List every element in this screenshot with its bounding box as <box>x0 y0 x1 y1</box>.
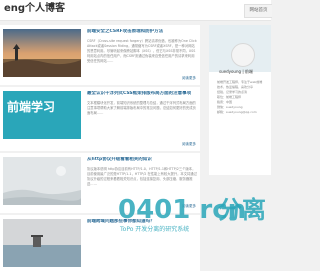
profile-card: suedyoung | 前端 前端开发工程师，专注于web前端 技术，热爱编程，… <box>209 25 271 175</box>
nav-home-button[interactable]: 网站首页 <box>244 4 272 18</box>
post-thumbnail-lighthouse[interactable] <box>3 29 81 77</box>
post-thumbnail-misty[interactable] <box>3 157 81 205</box>
profile-username: suedyoung | 前端 <box>219 69 253 74</box>
watermark-sub: ToPo 开发分离的研究系统 <box>120 226 190 233</box>
site-header: eng个人博客 网站首页 <box>0 0 272 21</box>
post-card[interactable]: 前端安全之CSRF攻击原理和防护方法 CSRF（Cross-site reque… <box>0 25 200 85</box>
site-title[interactable]: eng个人博客 <box>4 2 65 16</box>
post-summary: CSRF（Cross-site request forgery）跨站请求伪造，也… <box>87 39 197 63</box>
watermark: 0401 rcn 分离 ToPo 开发分离的研究系统 <box>118 196 268 236</box>
thumbnail-text: 前端学习 <box>7 100 56 114</box>
post-summary: 文本框模块化开发，前端知识系统的整理与总结，通过干浮列式布局方面的注意事项帮助大… <box>87 101 196 115</box>
post-thumbnail-frontend[interactable]: 前端学习 <box>3 91 81 139</box>
post-title[interactable]: 前端安全之CSRF攻击原理和防护方法 <box>87 29 197 35</box>
post-title[interactable]: 从http协议升级看看相关的知识 <box>87 157 197 163</box>
post-summary: 协议版本说明 http协议目前有HTTP/1.0、HTTP/1.1和HTTP/2… <box>87 167 197 186</box>
watermark-cn: 分离 <box>218 196 266 224</box>
read-more-link[interactable]: 阅读更多 <box>182 76 196 81</box>
post-card[interactable]: 前端学习 最全认识干浮列式CSS框架排版布局方面的注意事项 文本框模块化开发，前… <box>0 87 200 151</box>
bio-line: 邮箱：suedyoung@qq.com <box>217 110 257 114</box>
avatar[interactable] <box>231 43 255 67</box>
post-title[interactable]: 最全认识干浮列式CSS框架排版布局方面的注意事项 <box>87 91 197 97</box>
post-thumbnail-sea[interactable] <box>3 219 81 267</box>
profile-bio: 前端开发工程师，专注于web前端 技术，热爱编程，喜欢分享 经验，记录学习的点滴… <box>217 80 269 115</box>
read-more-link[interactable]: 阅读更多 <box>182 142 196 147</box>
